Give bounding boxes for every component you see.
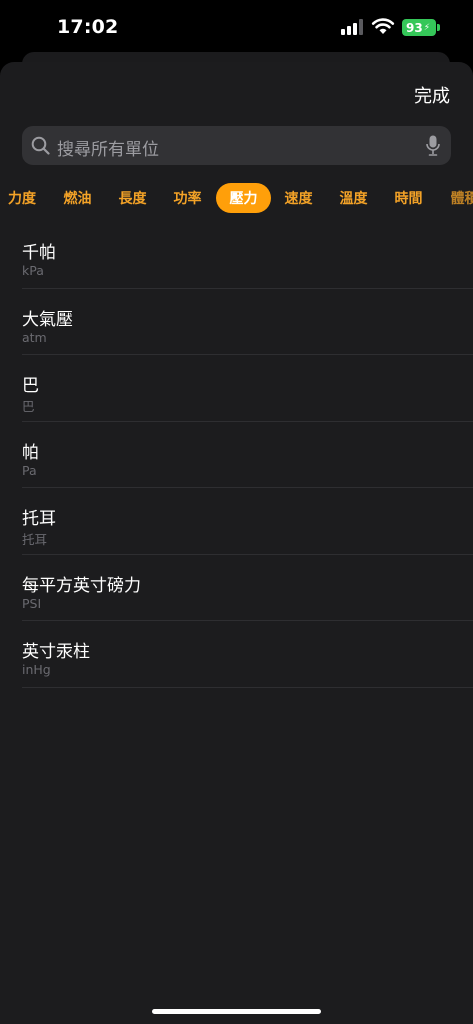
tab-power[interactable]: 功率 (160, 183, 215, 213)
tab-temperature[interactable]: 溫度 (326, 183, 381, 213)
status-bar: 17:02 93 ⚡ (0, 0, 473, 56)
charging-bolt-icon: ⚡ (423, 22, 431, 33)
unit-row-psi[interactable]: 每平方英寸磅力 PSI (0, 555, 473, 621)
tab-length[interactable]: 長度 (105, 183, 160, 213)
unit-list: 千帕 kPa 大氣壓 atm 巴 巴 帕 Pa 托耳 托耳 每平方英寸磅力 PS… (0, 222, 473, 688)
tab-time[interactable]: 時間 (381, 183, 436, 213)
unit-name: 每平方英寸磅力 (22, 575, 141, 596)
unit-row-bar[interactable]: 巴 巴 (0, 355, 473, 422)
row-divider (22, 686, 473, 688)
unit-row-inhg[interactable]: 英寸汞柱 inHg (0, 621, 473, 688)
unit-symbol: 托耳 (22, 532, 48, 547)
battery-indicator: 93 ⚡ (402, 19, 436, 36)
search-icon (31, 136, 50, 155)
microphone-icon[interactable] (426, 135, 440, 156)
unit-symbol: Pa (22, 462, 37, 478)
unit-symbol: kPa (22, 263, 44, 278)
tab-volume[interactable]: 體積 (437, 183, 473, 213)
unit-row-torr[interactable]: 托耳 托耳 (0, 488, 473, 555)
wifi-icon (371, 18, 395, 34)
unit-symbol: inHg (22, 662, 51, 677)
unit-row-kpa[interactable]: 千帕 kPa (0, 222, 473, 289)
unit-symbol: atm (22, 329, 47, 345)
unit-symbol: 巴 (22, 399, 35, 414)
tab-speed[interactable]: 速度 (271, 183, 326, 213)
status-time: 17:02 (57, 16, 119, 38)
cellular-signal-icon (341, 19, 363, 35)
unit-name: 托耳 (22, 509, 56, 529)
done-button[interactable]: 完成 (414, 82, 450, 108)
unit-name: 英寸汞柱 (22, 642, 90, 662)
unit-row-atm[interactable]: 大氣壓 atm (0, 289, 473, 355)
unit-name: 帕 (22, 442, 39, 463)
tab-pressure[interactable]: 壓力 (216, 183, 271, 213)
search-input[interactable]: 搜尋所有單位 (22, 126, 451, 165)
tab-force[interactable]: 力度 (0, 183, 44, 213)
battery-level: 93 (405, 20, 423, 35)
unit-name: 千帕 (22, 243, 56, 263)
category-tabs: 力度 燃油 長度 功率 壓力 速度 溫度 時間 體積 (0, 183, 473, 215)
unit-row-pa[interactable]: 帕 Pa (0, 422, 473, 488)
battery-cap (437, 24, 440, 31)
unit-symbol: PSI (22, 595, 42, 611)
unit-name: 大氣壓 (22, 309, 73, 330)
unit-picker-sheet: 完成 搜尋所有單位 力度 燃油 長度 功率 壓力 速度 溫度 時間 體積 千帕 … (0, 62, 473, 1024)
search-placeholder: 搜尋所有單位 (57, 140, 159, 160)
unit-name: 巴 (22, 376, 39, 396)
tab-fuel[interactable]: 燃油 (50, 183, 105, 213)
home-indicator[interactable] (152, 1009, 321, 1014)
